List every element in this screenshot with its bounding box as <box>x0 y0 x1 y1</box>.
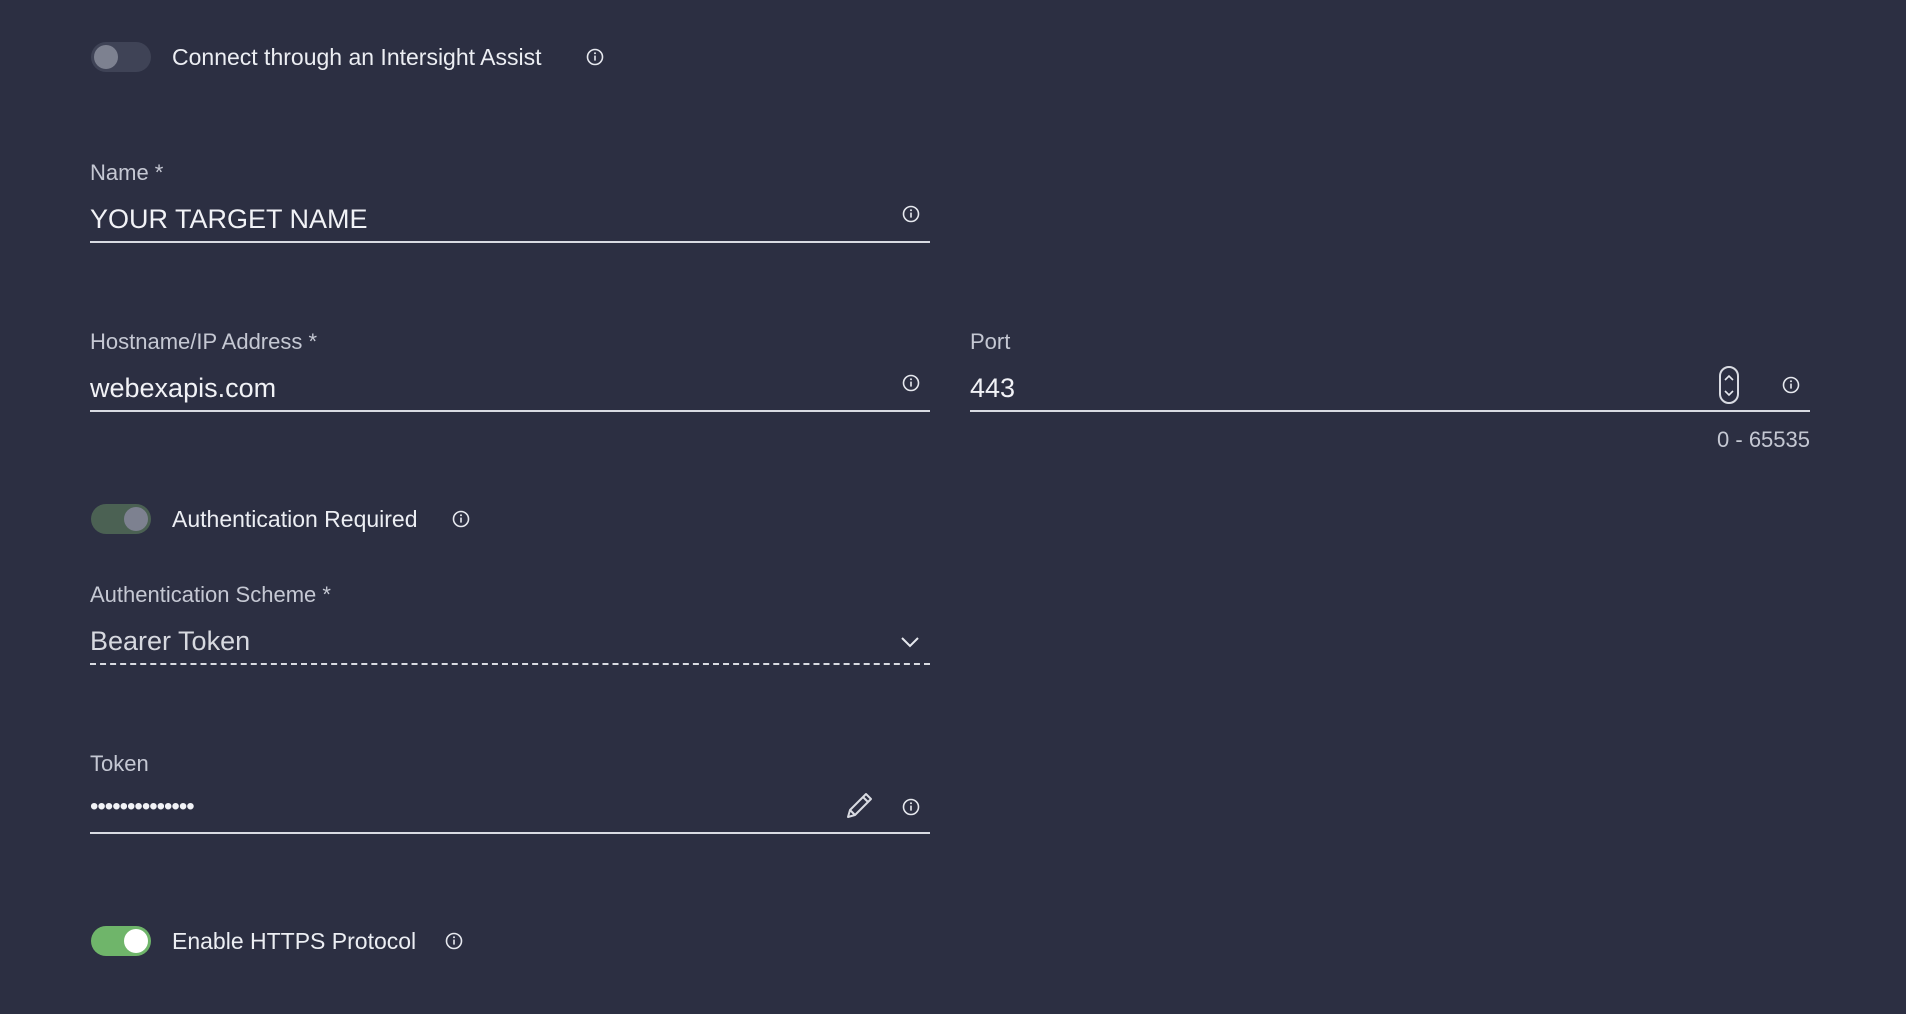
auth-required-label: Authentication Required <box>172 506 418 532</box>
info-icon[interactable] <box>452 510 470 528</box>
toggle-knob <box>124 929 148 953</box>
name-field-input[interactable]: YOUR TARGET NAME <box>90 204 368 235</box>
auth-scheme-underline <box>90 663 930 665</box>
hostname-field-input[interactable]: webexapis.com <box>90 373 276 404</box>
https-toggle-label: Enable HTTPS Protocol <box>172 928 417 954</box>
https-toggle[interactable] <box>91 926 151 956</box>
port-stepper[interactable] <box>1719 366 1739 404</box>
info-icon[interactable] <box>1782 376 1800 394</box>
toggle-knob <box>94 45 118 69</box>
info-icon[interactable] <box>902 205 920 223</box>
chevron-down-icon[interactable] <box>1723 387 1735 399</box>
token-field-input[interactable]: •••••••••••••• <box>90 793 195 821</box>
name-field-label: Name * <box>90 160 164 185</box>
chevron-up-icon[interactable] <box>1723 372 1735 384</box>
assist-toggle[interactable] <box>91 42 151 72</box>
auth-scheme-label: Authentication Scheme * <box>90 582 331 607</box>
info-icon[interactable] <box>445 932 463 950</box>
pencil-icon[interactable] <box>842 789 876 823</box>
assist-toggle-label: Connect through an Intersight Assist <box>172 44 542 70</box>
hostname-field-label: Hostname/IP Address * <box>90 329 318 354</box>
hostname-field-underline <box>90 410 930 412</box>
chevron-down-icon[interactable] <box>898 634 922 650</box>
auth-scheme-select[interactable]: Bearer Token <box>90 626 250 657</box>
port-field-input[interactable]: 443 <box>970 373 1015 404</box>
info-icon[interactable] <box>902 798 920 816</box>
name-field-underline <box>90 241 930 243</box>
info-icon[interactable] <box>902 374 920 392</box>
port-field-label: Port <box>970 329 1011 354</box>
token-field-underline <box>90 832 930 834</box>
port-range-hint: 0 - 65535 <box>1717 427 1810 452</box>
info-icon[interactable] <box>586 48 604 66</box>
auth-required-toggle[interactable] <box>91 504 151 534</box>
toggle-knob <box>124 507 148 531</box>
port-field-underline <box>970 410 1810 412</box>
token-field-label: Token <box>90 751 149 776</box>
